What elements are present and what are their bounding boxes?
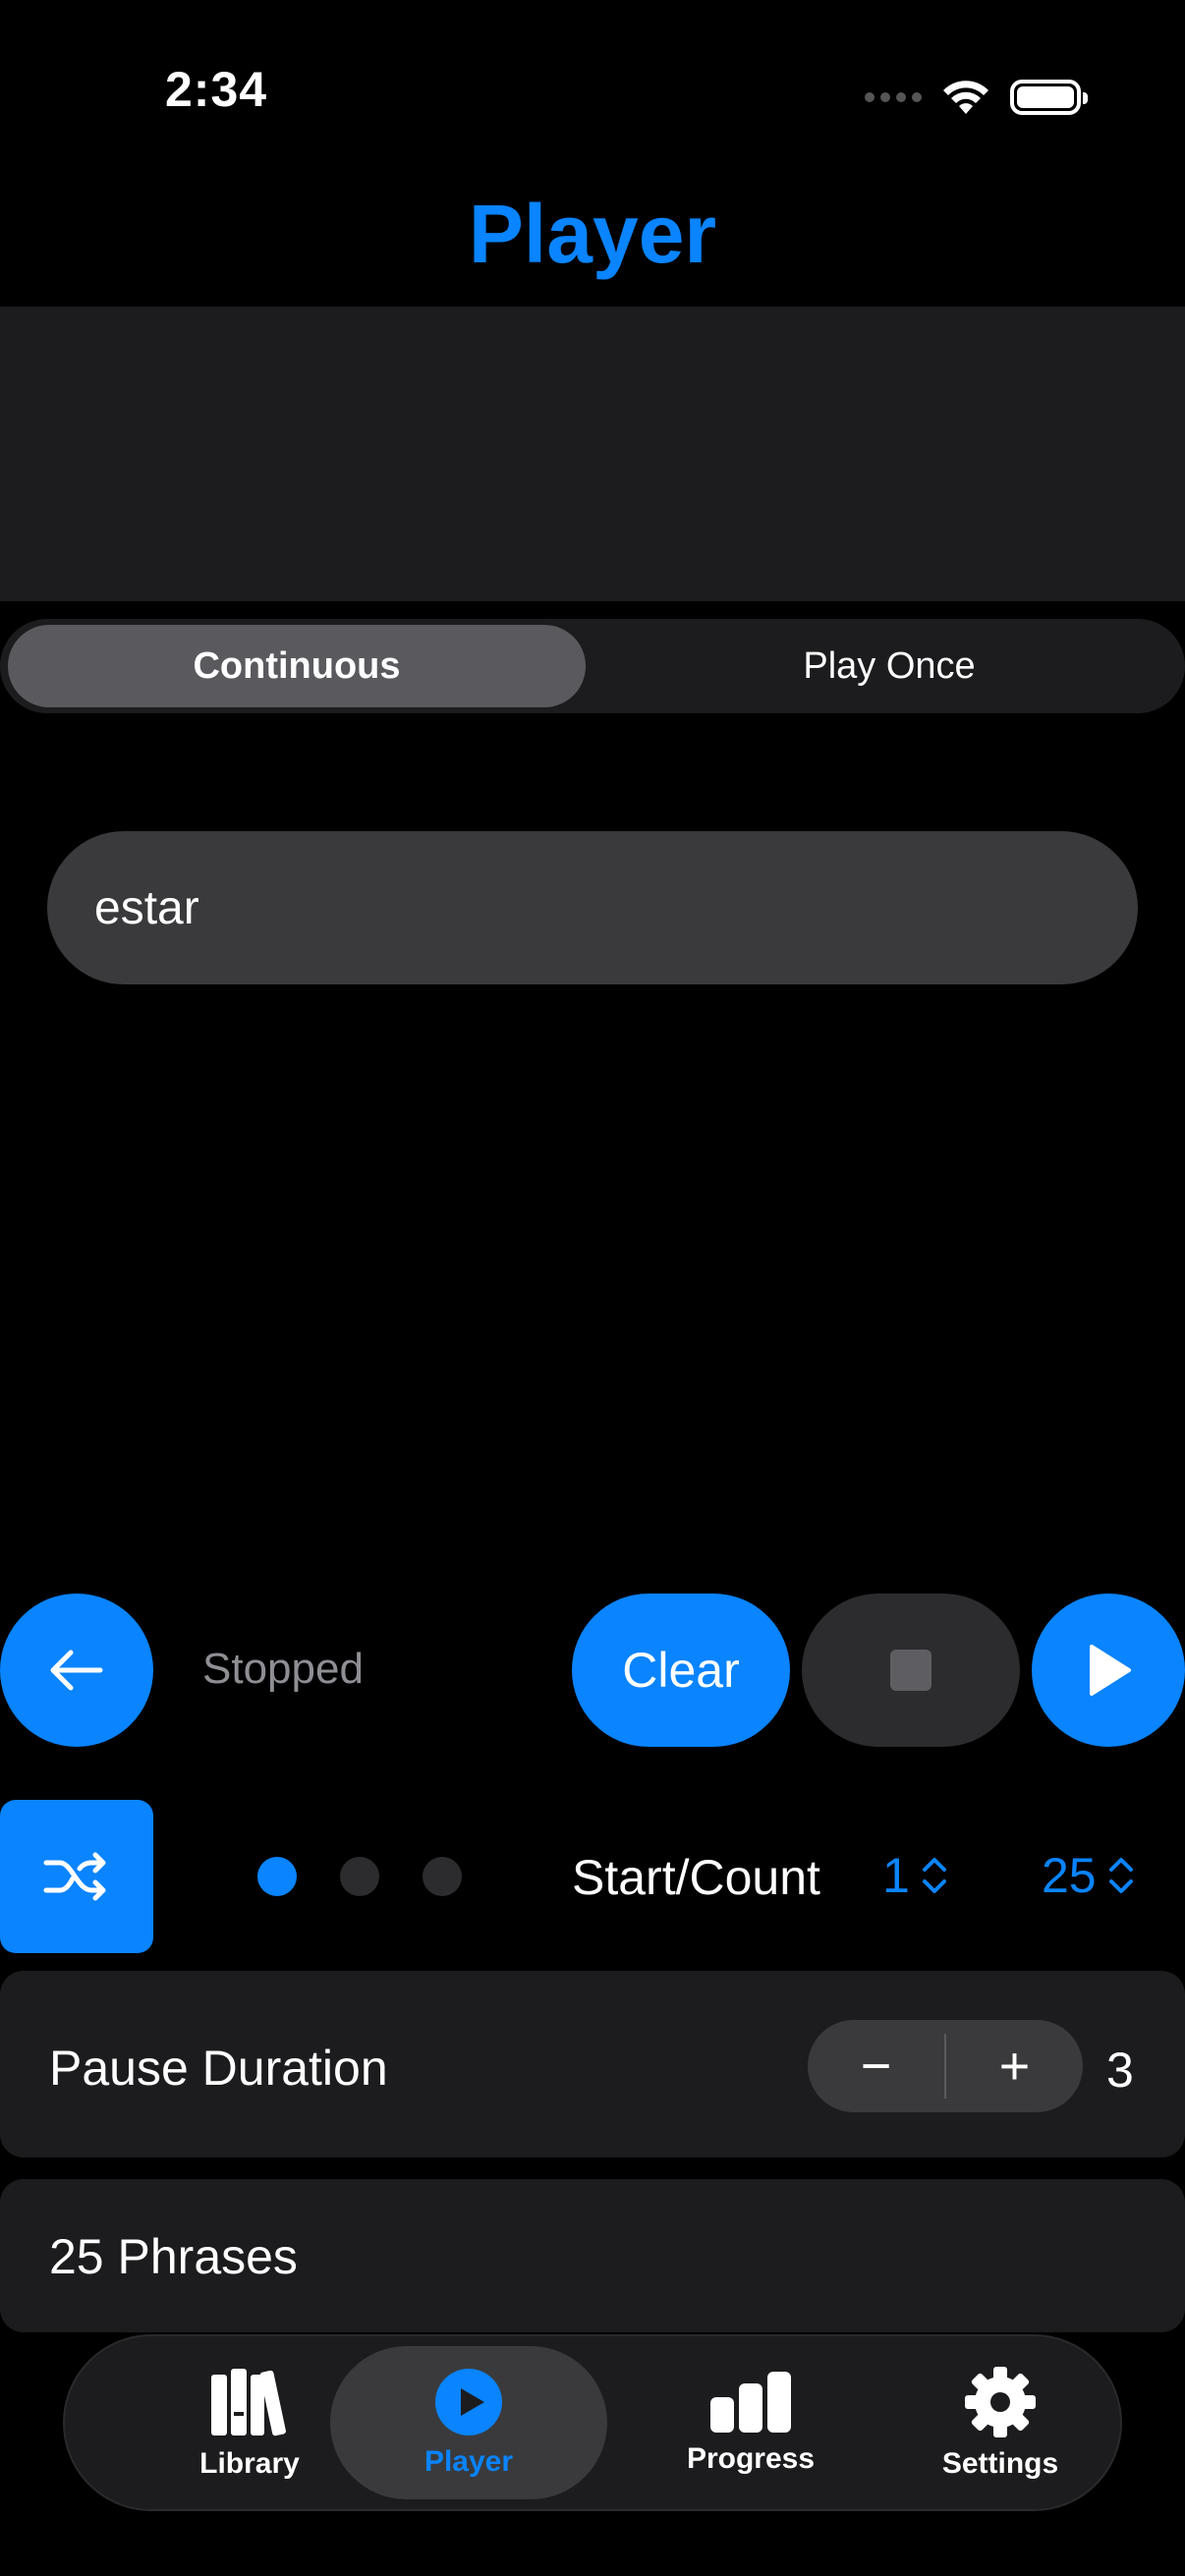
decrement-button[interactable]: −: [808, 2020, 944, 2112]
tab-settings[interactable]: Settings: [892, 2336, 1108, 2509]
playback-status: Stopped: [202, 1645, 364, 1693]
back-button[interactable]: [0, 1594, 153, 1747]
page-dot-2[interactable]: [340, 1857, 379, 1896]
tab-bar: Library Player Progress Settings: [63, 2334, 1122, 2511]
count-picker[interactable]: 25: [1042, 1847, 1136, 1904]
tab-progress[interactable]: Progress: [643, 2336, 859, 2509]
arrow-left-icon: [50, 1650, 103, 1691]
tab-progress-label: Progress: [686, 2442, 816, 2475]
start-value: 1: [882, 1848, 910, 1903]
pause-duration-row: Pause Duration − + 3: [0, 1971, 1185, 2157]
display-area: [0, 307, 1185, 601]
pause-duration-stepper: − +: [808, 2020, 1083, 2112]
wifi-icon: [943, 81, 988, 114]
play-button[interactable]: [1032, 1594, 1185, 1747]
clear-button[interactable]: Clear: [572, 1594, 790, 1747]
page-dot-3[interactable]: [423, 1857, 462, 1896]
play-circle-icon: [435, 2369, 502, 2436]
tab-library-label: Library: [199, 2447, 300, 2480]
tab-settings-label: Settings: [941, 2447, 1059, 2480]
page-title: Player: [468, 188, 717, 280]
segment-play-once[interactable]: Play Once: [599, 625, 1179, 707]
playback-mode-segmented-control: Continuous Play Once: [0, 619, 1185, 713]
increment-button[interactable]: +: [946, 2020, 1083, 2112]
tab-library[interactable]: Library: [141, 2336, 358, 2509]
chevron-up-down-icon: [922, 1858, 946, 1893]
cellular-signal-icon: [865, 92, 922, 102]
status-time: 2:34: [165, 62, 268, 117]
stop-button[interactable]: [802, 1594, 1020, 1747]
play-icon: [1090, 1645, 1131, 1696]
start-picker[interactable]: 1: [882, 1847, 949, 1904]
phrase-input-field[interactable]: estar: [47, 831, 1138, 984]
page-dot-1[interactable]: [257, 1857, 297, 1896]
count-value: 25: [1042, 1848, 1097, 1903]
battery-icon: [1010, 80, 1088, 115]
shuffle-button[interactable]: [0, 1800, 153, 1953]
pause-duration-value: 3: [1106, 2043, 1134, 2098]
segment-continuous[interactable]: Continuous: [8, 625, 586, 707]
chevron-up-down-icon: [1108, 1858, 1133, 1893]
tab-player-label: Player: [423, 2445, 514, 2478]
shuffle-icon: [43, 1852, 106, 1901]
phrases-count-label: 25 Phrases: [49, 2229, 298, 2284]
books-icon: [211, 2369, 286, 2436]
start-count-label: Start/Count: [572, 1850, 820, 1905]
gear-icon: [965, 2367, 1036, 2437]
status-icons: [865, 73, 1088, 122]
page-indicator[interactable]: [257, 1857, 462, 1896]
bar-chart-icon: [710, 2372, 791, 2433]
phrases-row[interactable]: 25 Phrases: [0, 2179, 1185, 2332]
pause-duration-label: Pause Duration: [49, 2041, 388, 2096]
stop-icon: [890, 1650, 931, 1691]
tab-player[interactable]: Player: [330, 2346, 607, 2499]
